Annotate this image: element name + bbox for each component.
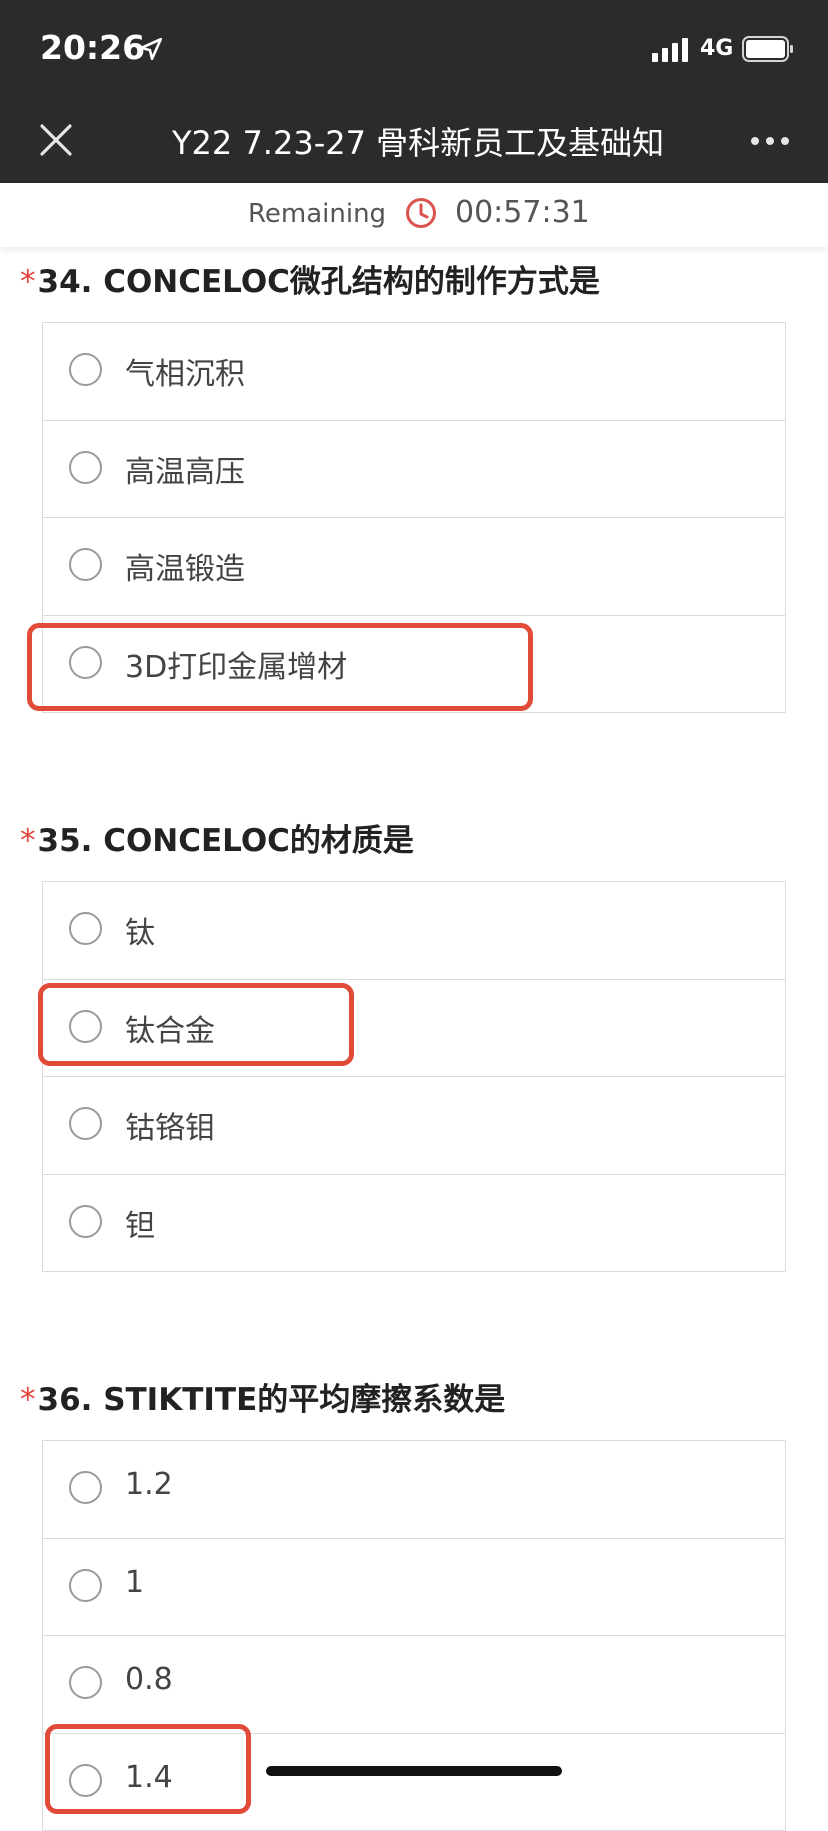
option-label: 气相沉积	[125, 349, 245, 393]
question-title: *34. CONCELOC微孔结构的制作方式是	[20, 256, 600, 301]
option-item[interactable]: 0.8	[43, 1636, 785, 1734]
question-text: 36. STIKTITE的平均摩擦系数是	[38, 1382, 506, 1418]
question-title: *36. STIKTITE的平均摩擦系数是	[20, 1374, 505, 1419]
option-item[interactable]: 钽	[43, 1175, 785, 1273]
option-label: 1	[125, 1565, 144, 1600]
radio-button[interactable]	[69, 1666, 102, 1699]
option-label: 钽	[125, 1201, 155, 1245]
answer-highlight-q36	[45, 1724, 251, 1814]
question-text: 34. CONCELOC微孔结构的制作方式是	[38, 264, 600, 300]
question-text: 35. CONCELOC的材质是	[38, 823, 414, 859]
option-label: 钴铬钼	[125, 1103, 215, 1147]
more-options-icon[interactable]	[748, 124, 792, 158]
option-item[interactable]: 1.2	[43, 1441, 785, 1539]
remaining-time: 00:57:31	[455, 195, 590, 230]
signal-icon	[652, 38, 690, 62]
required-star: *	[20, 1382, 36, 1418]
radio-button[interactable]	[69, 353, 102, 386]
option-item[interactable]: 气相沉积	[43, 323, 785, 421]
question-title: *35. CONCELOC的材质是	[20, 815, 414, 860]
location-arrow-icon	[138, 36, 164, 62]
clock-icon	[404, 196, 438, 230]
remaining-label: Remaining	[248, 199, 386, 229]
radio-button[interactable]	[69, 1471, 102, 1504]
radio-button[interactable]	[69, 912, 102, 945]
option-label: 1.2	[125, 1467, 173, 1502]
option-label: 钛	[125, 908, 155, 952]
required-star: *	[20, 823, 36, 859]
answer-highlight-q34	[27, 623, 533, 711]
status-time: 20:26	[40, 28, 145, 67]
required-star: *	[20, 264, 36, 300]
home-indicator[interactable]	[266, 1766, 562, 1776]
option-list: 钛 钛合金 钴铬钼 钽	[42, 881, 786, 1272]
option-label: 0.8	[125, 1662, 173, 1697]
radio-button[interactable]	[69, 1205, 102, 1238]
top-bar: 20:26 4G Y22 7.23-27 骨科新员工及基础知	[0, 0, 828, 183]
answer-highlight-q35	[38, 983, 354, 1066]
option-item[interactable]: 钴铬钼	[43, 1077, 785, 1175]
close-icon[interactable]	[38, 122, 74, 158]
battery-icon	[742, 36, 794, 62]
radio-button[interactable]	[69, 451, 102, 484]
option-item[interactable]: 钛	[43, 882, 785, 980]
page-title: Y22 7.23-27 骨科新员工及基础知	[172, 118, 672, 164]
radio-button[interactable]	[69, 1569, 102, 1602]
option-item[interactable]: 1	[43, 1539, 785, 1637]
radio-button[interactable]	[69, 548, 102, 581]
option-label: 高温高压	[125, 447, 245, 491]
option-item[interactable]: 高温锻造	[43, 518, 785, 616]
network-type: 4G	[700, 36, 733, 61]
radio-button[interactable]	[69, 1107, 102, 1140]
remaining-timer-bar: Remaining 00:57:31	[0, 183, 828, 247]
option-item[interactable]: 高温高压	[43, 421, 785, 519]
option-label: 高温锻造	[125, 544, 245, 588]
